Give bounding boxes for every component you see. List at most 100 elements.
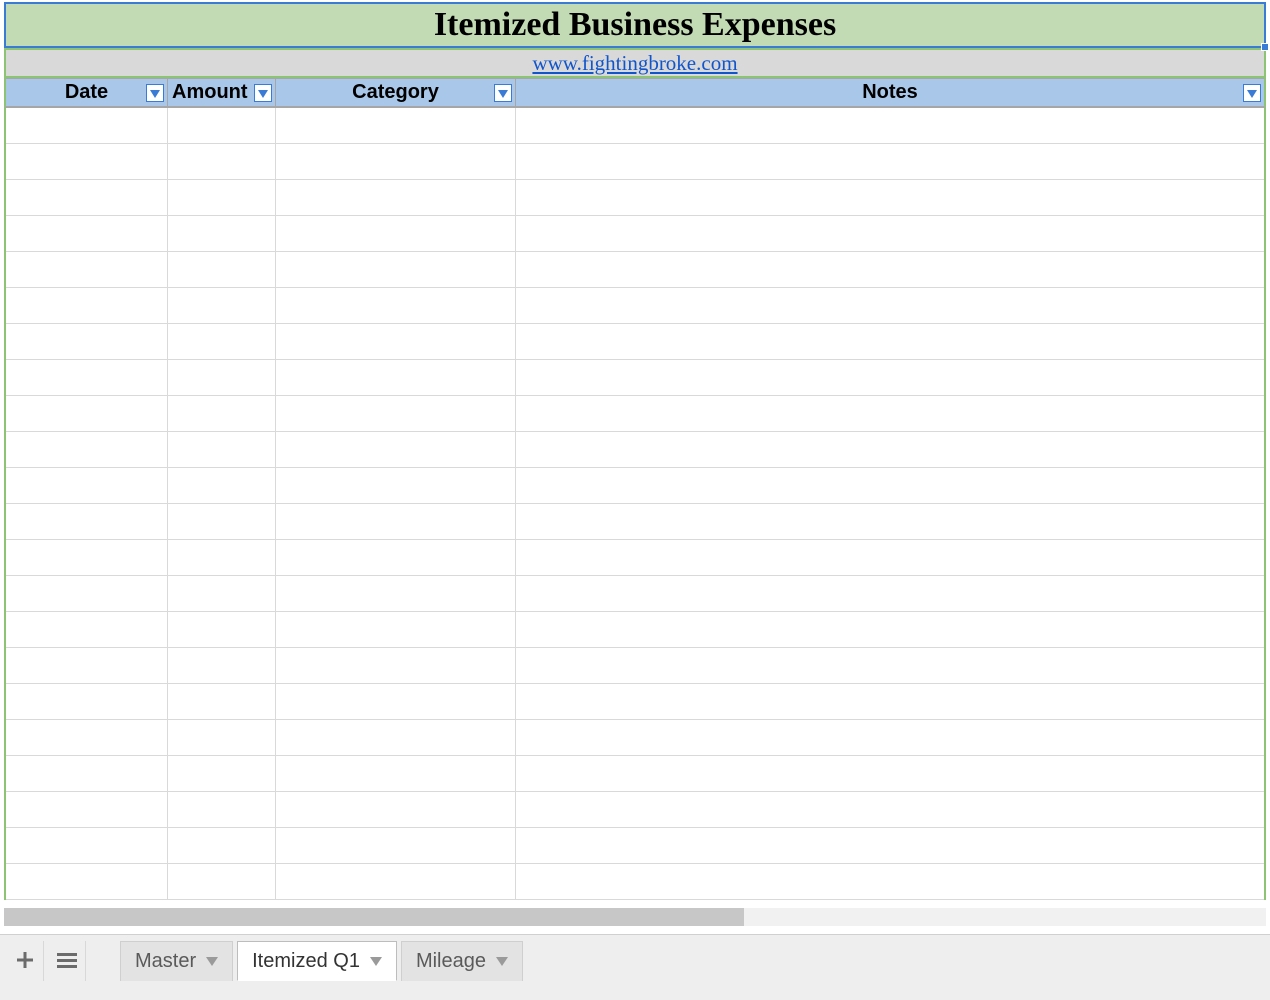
- table-row[interactable]: [6, 864, 1264, 900]
- cell[interactable]: [276, 684, 516, 719]
- filter-button-category[interactable]: [494, 84, 512, 102]
- cell[interactable]: [168, 684, 276, 719]
- cell[interactable]: [6, 864, 168, 899]
- cell[interactable]: [516, 108, 1264, 143]
- column-header-date[interactable]: Date: [6, 79, 168, 106]
- cell[interactable]: [168, 864, 276, 899]
- cell[interactable]: [516, 612, 1264, 647]
- table-row[interactable]: [6, 288, 1264, 324]
- table-row[interactable]: [6, 252, 1264, 288]
- cell[interactable]: [276, 504, 516, 539]
- cell[interactable]: [516, 864, 1264, 899]
- cell[interactable]: [168, 396, 276, 431]
- table-row[interactable]: [6, 324, 1264, 360]
- cell[interactable]: [516, 576, 1264, 611]
- cell[interactable]: [276, 756, 516, 791]
- cell[interactable]: [168, 828, 276, 863]
- cell[interactable]: [516, 288, 1264, 323]
- cell[interactable]: [516, 756, 1264, 791]
- column-header-category[interactable]: Category: [276, 79, 516, 106]
- cell[interactable]: [6, 432, 168, 467]
- cell[interactable]: [276, 252, 516, 287]
- cell[interactable]: [516, 792, 1264, 827]
- cell[interactable]: [516, 216, 1264, 251]
- table-row[interactable]: [6, 432, 1264, 468]
- cell[interactable]: [6, 324, 168, 359]
- cell[interactable]: [516, 540, 1264, 575]
- cell[interactable]: [276, 468, 516, 503]
- cell[interactable]: [276, 612, 516, 647]
- cell[interactable]: [6, 180, 168, 215]
- cell[interactable]: [6, 792, 168, 827]
- table-row[interactable]: [6, 144, 1264, 180]
- cell[interactable]: [276, 792, 516, 827]
- cell[interactable]: [276, 720, 516, 755]
- table-row[interactable]: [6, 756, 1264, 792]
- table-row[interactable]: [6, 360, 1264, 396]
- cell[interactable]: [276, 180, 516, 215]
- table-row[interactable]: [6, 396, 1264, 432]
- sheet-tab-mileage[interactable]: Mileage: [401, 941, 523, 981]
- cell[interactable]: [6, 648, 168, 683]
- cell[interactable]: [6, 108, 168, 143]
- table-row[interactable]: [6, 684, 1264, 720]
- cell[interactable]: [168, 468, 276, 503]
- table-row[interactable]: [6, 108, 1264, 144]
- cell[interactable]: [276, 540, 516, 575]
- title-cell[interactable]: Itemized Business Expenses: [4, 2, 1266, 48]
- cell[interactable]: [6, 288, 168, 323]
- table-row[interactable]: [6, 828, 1264, 864]
- website-link[interactable]: www.fightingbroke.com: [532, 51, 737, 76]
- cell[interactable]: [516, 180, 1264, 215]
- cell[interactable]: [6, 468, 168, 503]
- cell[interactable]: [276, 288, 516, 323]
- cell[interactable]: [168, 576, 276, 611]
- table-row[interactable]: [6, 576, 1264, 612]
- cell[interactable]: [516, 648, 1264, 683]
- add-sheet-button[interactable]: [6, 941, 44, 981]
- table-row[interactable]: [6, 180, 1264, 216]
- cell[interactable]: [6, 576, 168, 611]
- sheet-tab-itemized-q1[interactable]: Itemized Q1: [237, 941, 397, 981]
- cell[interactable]: [168, 612, 276, 647]
- cell[interactable]: [6, 828, 168, 863]
- table-row[interactable]: [6, 612, 1264, 648]
- table-row[interactable]: [6, 720, 1264, 756]
- filter-button-notes[interactable]: [1243, 84, 1261, 102]
- cell[interactable]: [168, 792, 276, 827]
- cell[interactable]: [168, 288, 276, 323]
- table-row[interactable]: [6, 504, 1264, 540]
- cell[interactable]: [516, 828, 1264, 863]
- cell[interactable]: [168, 360, 276, 395]
- cell[interactable]: [276, 360, 516, 395]
- cell[interactable]: [276, 828, 516, 863]
- all-sheets-button[interactable]: [48, 941, 86, 981]
- table-row[interactable]: [6, 792, 1264, 828]
- cell[interactable]: [168, 144, 276, 179]
- table-row[interactable]: [6, 648, 1264, 684]
- cell[interactable]: [6, 720, 168, 755]
- cell[interactable]: [516, 144, 1264, 179]
- table-row[interactable]: [6, 540, 1264, 576]
- horizontal-scrollbar[interactable]: [4, 908, 1266, 926]
- cell[interactable]: [276, 144, 516, 179]
- cell[interactable]: [6, 216, 168, 251]
- cell[interactable]: [6, 756, 168, 791]
- cell[interactable]: [276, 576, 516, 611]
- cell[interactable]: [516, 468, 1264, 503]
- cell[interactable]: [168, 252, 276, 287]
- cell[interactable]: [6, 684, 168, 719]
- cell[interactable]: [168, 432, 276, 467]
- cell[interactable]: [276, 396, 516, 431]
- cell[interactable]: [6, 612, 168, 647]
- cell[interactable]: [6, 360, 168, 395]
- cell[interactable]: [276, 432, 516, 467]
- cell[interactable]: [276, 216, 516, 251]
- sheet-tab-master[interactable]: Master: [120, 941, 233, 981]
- filter-button-amount[interactable]: [254, 84, 272, 102]
- scrollbar-thumb[interactable]: [4, 908, 744, 926]
- cell[interactable]: [516, 504, 1264, 539]
- cell[interactable]: [168, 756, 276, 791]
- filter-button-date[interactable]: [146, 84, 164, 102]
- cell[interactable]: [6, 540, 168, 575]
